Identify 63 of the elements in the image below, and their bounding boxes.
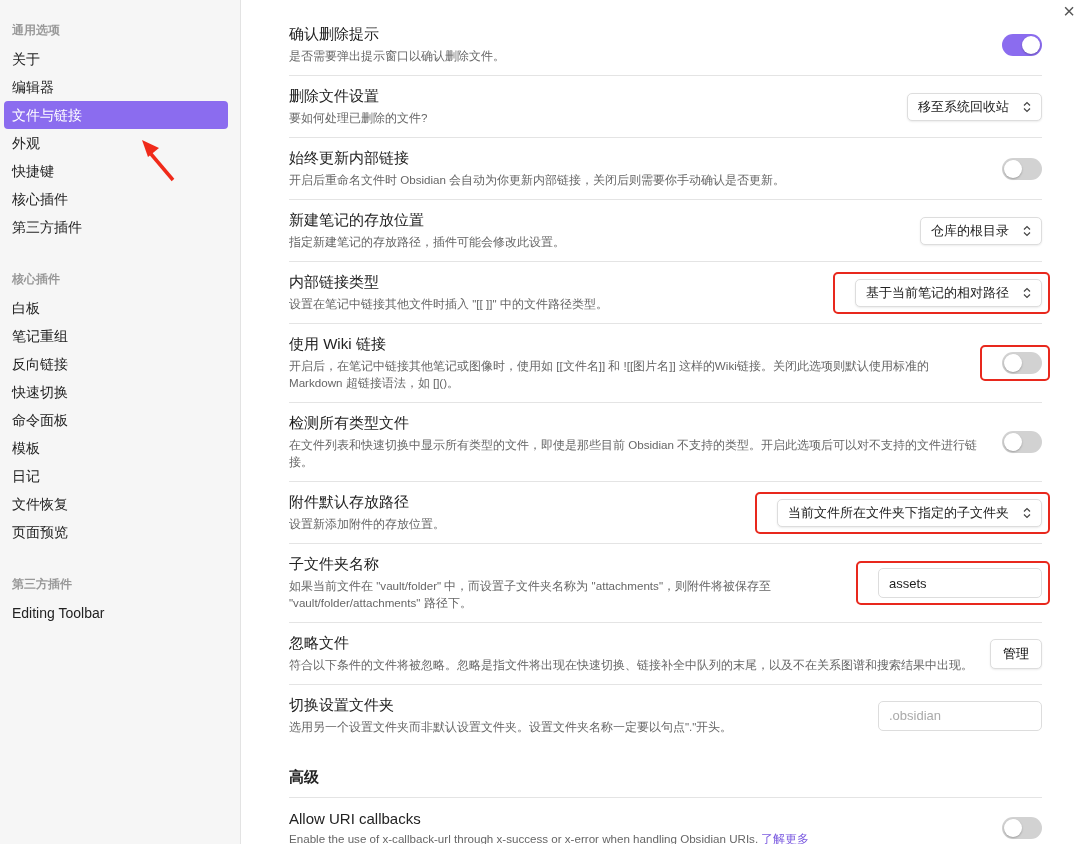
setting-title: 始终更新内部链接 — [289, 149, 409, 168]
sidebar-item[interactable]: 快捷键 — [4, 157, 228, 185]
learn-more-link[interactable]: 了解更多 — [761, 831, 810, 844]
sidebar-item[interactable]: 白板 — [4, 294, 228, 322]
setting-title: 附件默认存放路径 — [289, 493, 409, 512]
text-field[interactable]: assets — [878, 568, 1042, 598]
sidebar-heading: 通用选项 — [11, 22, 61, 39]
setting-title: 子文件夹名称 — [289, 555, 379, 574]
sidebar-heading: 第三方插件 — [11, 576, 73, 593]
setting-title: 新建笔记的存放位置 — [289, 211, 424, 230]
dropdown[interactable]: 当前文件所在文件夹下指定的子文件夹 — [777, 498, 1042, 527]
sidebar-item[interactable]: 命令面板 — [4, 406, 228, 434]
setting-title: 使用 Wiki 链接 — [289, 335, 386, 354]
chevron-updown-icon — [1023, 100, 1031, 113]
toggle-switch[interactable] — [1002, 33, 1042, 56]
setting-title: 忽略文件 — [289, 634, 349, 653]
chevron-updown-icon — [1023, 224, 1031, 237]
sidebar-item[interactable]: 快速切换 — [4, 378, 228, 406]
setting-title: 检测所有类型文件 — [289, 414, 409, 433]
setting-description: 要如何处理已删除的文件? — [289, 110, 428, 126]
setting-description: 设置新添加附件的存放位置。 — [289, 516, 445, 532]
sidebar-item[interactable]: 笔记重组 — [4, 322, 228, 350]
setting-title: 确认删除提示 — [289, 25, 379, 44]
setting-title: 切换设置文件夹 — [289, 696, 394, 715]
section-heading: 高级 — [289, 746, 1042, 798]
dropdown[interactable]: 基于当前笔记的相对路径 — [855, 278, 1042, 307]
sidebar-item[interactable]: 反向链接 — [4, 350, 228, 378]
close-button[interactable]: × — [1059, 0, 1079, 23]
setting-title: Allow URI callbacks — [289, 809, 421, 827]
chevron-updown-icon — [1023, 506, 1031, 519]
sidebar-item[interactable]: 文件与链接 — [4, 101, 228, 129]
toggle-switch[interactable] — [1002, 817, 1042, 839]
setting-description: 在文件列表和快速切换中显示所有类型的文件，即使是那些目前 Obsidian 不支持的类型。开启此选项后可以对不支持的文件进行链接。 — [289, 437, 979, 470]
setting-description: Enable the use of x-callback-url through x-success or x-error when handling Obsidian URIs. 了解更多 — [289, 830, 810, 844]
sidebar-item[interactable]: 模板 — [4, 434, 228, 462]
setting-description: 指定新建笔记的存放路径，插件可能会修改此设置。 — [289, 234, 565, 250]
sidebar-item[interactable]: 外观 — [4, 129, 228, 157]
setting-description: 是否需要弹出提示窗口以确认删除文件。 — [289, 48, 505, 64]
setting-description: 符合以下条件的文件将被忽略。忽略是指文件将出现在快速切换、链接补全中队列的末尾，以及不在关系图谱和搜索结果中出现。 — [289, 657, 973, 673]
dropdown[interactable]: 移至系统回收站 — [907, 92, 1042, 121]
sidebar-item[interactable]: 核心插件 — [4, 185, 228, 213]
sidebar-item[interactable]: 文件恢复 — [4, 490, 228, 518]
sidebar-item[interactable]: 编辑器 — [4, 73, 228, 101]
sidebar-item[interactable]: 关于 — [4, 45, 228, 73]
setting-description: 设置在笔记中链接其他文件时插入 "[[ ]]" 中的文件路径类型。 — [289, 296, 608, 312]
chevron-updown-icon — [1023, 286, 1031, 299]
toggle-switch[interactable] — [1002, 352, 1042, 374]
setting-description: 如果当前文件在 "vault/folder" 中，而设置子文件夹名称为 "attachments"，则附件将被保存至 "vault/folder/attachments" 路径下。 — [289, 578, 772, 611]
toggle-switch[interactable] — [1002, 157, 1042, 180]
setting-title: 内部链接类型 — [289, 273, 379, 292]
dropdown[interactable]: 仓库的根目录 — [920, 216, 1042, 245]
setting-title: 删除文件设置 — [289, 87, 379, 106]
setting-description: 选用另一个设置文件夹而非默认设置文件夹。设置文件夹名称一定要以句点"."开头。 — [289, 719, 733, 735]
sidebar-heading: 核心插件 — [11, 271, 61, 288]
toggle-switch[interactable] — [1002, 431, 1042, 453]
text-field[interactable]: .obsidian — [878, 700, 1042, 731]
sidebar-item[interactable]: Editing Toolbar — [4, 599, 228, 627]
sidebar-item[interactable]: 页面预览 — [4, 518, 228, 546]
setting-description: 开启后，在笔记中链接其他笔记或图像时，使用如 [[文件名]] 和 ![[图片名]] 这样的Wiki链接。关闭此选项则默认使用标准的 Markdown 超链接语法，如 []()。 — [289, 358, 930, 391]
sidebar-item[interactable]: 第三方插件 — [4, 213, 228, 241]
manage-button[interactable]: 管理 — [990, 638, 1042, 669]
setting-description: 开启后重命名文件时 Obsidian 会自动为你更新内部链接，关闭后则需要你手动确认是否更新。 — [289, 172, 786, 188]
sidebar-item[interactable]: 日记 — [4, 462, 228, 490]
